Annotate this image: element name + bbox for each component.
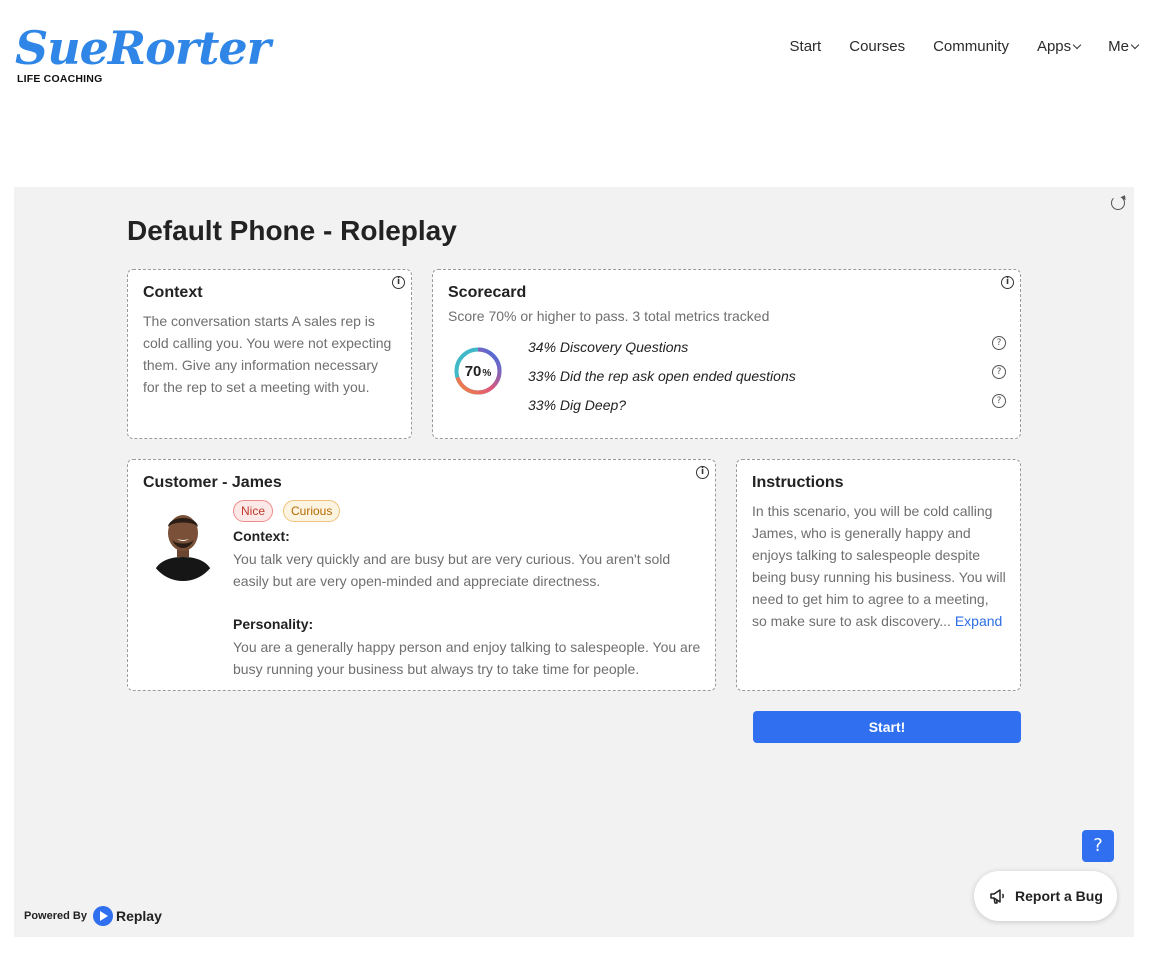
powered-by[interactable]: Powered By Replay (24, 906, 162, 926)
reload-icon[interactable] (1111, 196, 1125, 210)
info-icon[interactable]: i (1001, 276, 1014, 289)
customer-context-text: You talk very quickly and are busy but a… (233, 551, 671, 589)
customer-card: Customer - James i Nice Curious Context:… (127, 459, 716, 691)
brand-name: SueRorter (15, 21, 271, 75)
tag-curious: Curious (283, 500, 341, 522)
instructions-text: In this scenario, you will be cold calli… (752, 500, 1007, 632)
instructions-card: Instructions In this scenario, you will … (736, 459, 1021, 691)
main-nav: Start Courses Community Apps Me (762, 36, 1140, 56)
nav-item-courses[interactable]: Courses (849, 36, 905, 56)
page-title: Default Phone - Roleplay (127, 215, 457, 246)
nav-item-me[interactable]: Me (1108, 36, 1140, 56)
start-button[interactable]: Start! (753, 711, 1021, 743)
scorecard-subtitle: Score 70% or higher to pass. 3 total met… (448, 308, 770, 324)
help-button[interactable]: ? (1082, 830, 1114, 862)
replay-logo-icon (92, 906, 113, 926)
roleplay-app: Default Phone - Roleplay Context i The c… (14, 187, 1134, 937)
report-bug-label: Report a Bug (1015, 888, 1103, 904)
info-icon[interactable]: i (696, 466, 709, 479)
nav-item-start[interactable]: Start (790, 36, 822, 56)
context-title: Context (143, 284, 203, 301)
pass-score-unit: % (482, 367, 492, 379)
nav-item-community[interactable]: Community (933, 36, 1009, 56)
replay-name: Replay (115, 908, 162, 924)
scorecard-card: Scorecard i Score 70% or higher to pass.… (432, 269, 1021, 439)
metric-label: 34% Discovery Questions (528, 339, 689, 355)
nav-label: Apps (1036, 37, 1072, 55)
metric-label: 33% Did the rep ask open ended questions (528, 368, 796, 384)
context-card: Context i The conversation starts A sale… (127, 269, 412, 439)
report-bug-button[interactable]: Report a Bug (974, 871, 1117, 921)
chevron-down-icon (1072, 40, 1082, 49)
nav-label: Me (1108, 37, 1129, 55)
customer-context-label: Context: (233, 528, 290, 544)
nav-item-apps[interactable]: Apps (1036, 36, 1082, 56)
nav-label: Courses (849, 37, 906, 55)
help-circle-icon[interactable]: ? (992, 336, 1006, 350)
nav-label: Start (789, 37, 822, 55)
instructions-body: In this scenario, you will be cold calli… (752, 503, 1006, 629)
customer-personality-label: Personality: (233, 616, 314, 632)
tag-nice: Nice (233, 500, 274, 522)
context-text: The conversation starts A sales rep is c… (143, 313, 392, 395)
customer-title: Customer - James (143, 474, 282, 491)
powered-by-label: Powered By (24, 910, 87, 922)
instructions-title: Instructions (752, 474, 844, 491)
customer-avatar (148, 505, 218, 581)
help-circle-icon[interactable]: ? (992, 365, 1006, 379)
customer-personality-text: You are a generally happy person and enj… (233, 639, 701, 677)
nav-label: Community (933, 37, 1009, 55)
chevron-down-icon (1130, 40, 1140, 49)
pass-score-label: 70% (453, 346, 503, 396)
brand-logo[interactable]: SueRorter LIFE COACHING (15, 20, 271, 90)
pass-score-value: 70 (464, 362, 482, 380)
brand-tagline: LIFE COACHING (17, 73, 103, 85)
scorecard-title: Scorecard (448, 284, 527, 301)
help-circle-icon[interactable]: ? (992, 394, 1006, 408)
megaphone-icon (990, 889, 1004, 904)
info-icon[interactable]: i (392, 276, 405, 289)
metric-label: 33% Dig Deep? (528, 397, 627, 413)
expand-link[interactable]: Expand (955, 613, 1002, 629)
